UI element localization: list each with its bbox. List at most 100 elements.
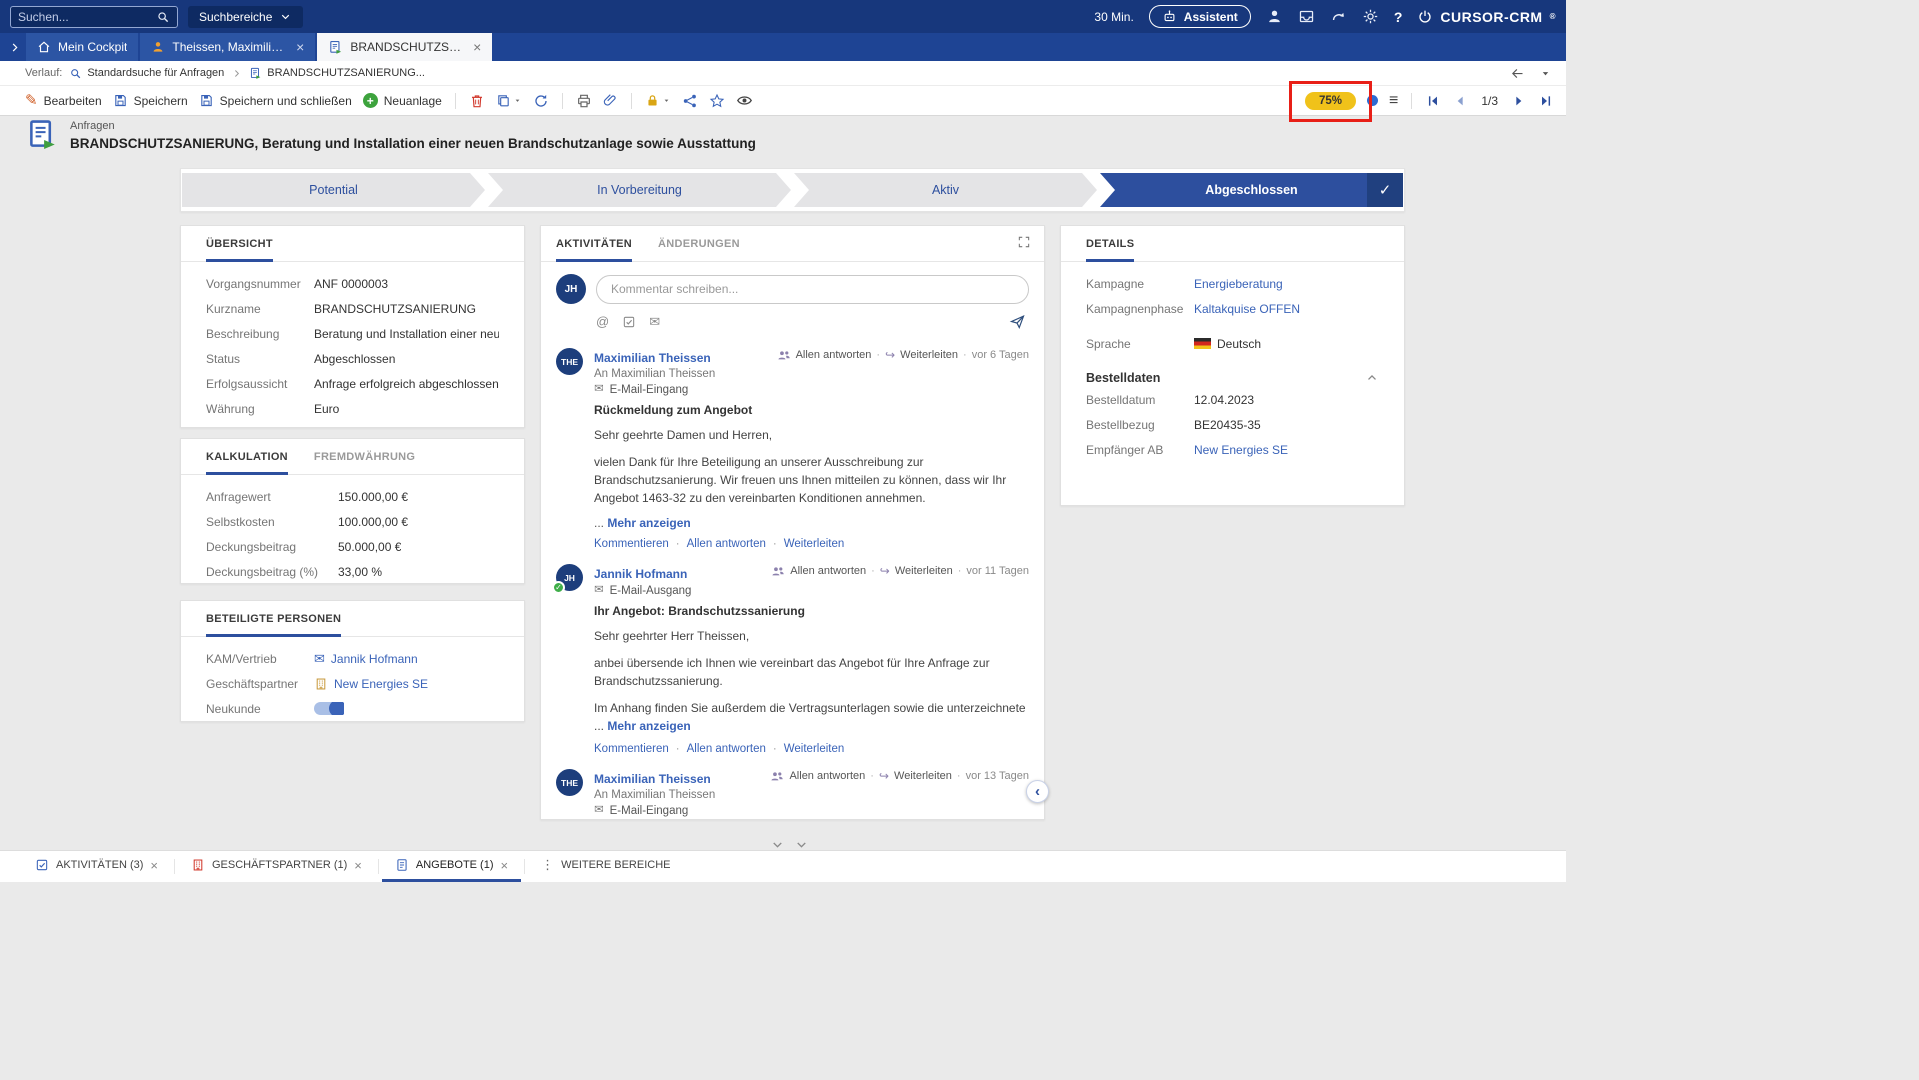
author-link[interactable]: Maximilian Theissen [594,772,711,786]
close-icon[interactable]: × [354,858,362,873]
assistant-button[interactable]: Assistent [1149,5,1251,28]
save-close-button[interactable]: Speichern und schließen [199,93,352,108]
forward-action[interactable]: Weiterleiten [895,565,953,577]
anfrage-record-icon [25,117,59,153]
forward-action[interactable]: Weiterleiten [784,538,845,550]
phase-aktiv[interactable]: Aktiv [794,173,1097,207]
body-text: vielen Dank für Ihre Beteiligung an unse… [594,453,1029,507]
bottom-tab-weitere-bereiche[interactable]: ⋮ WEITERE BEREICHE [528,851,683,882]
kampagne-link[interactable]: Energieberatung [1194,277,1283,291]
close-icon[interactable]: × [296,39,304,55]
comment-action[interactable]: Kommentieren [594,743,669,755]
bottom-tab-geschaeftspartner[interactable]: GESCHÄFTSPARTNER (1) × [178,851,375,882]
breadcrumb-controls [1510,66,1552,81]
user-icon[interactable] [1266,8,1283,25]
tab-mein-cockpit[interactable]: Mein Cockpit [26,33,138,61]
send-icon[interactable] [1009,313,1026,330]
save-button[interactable]: Speichern [113,93,188,108]
tab-record-brandschutz[interactable]: BRANDSCHUTZSANI... × [317,33,492,61]
delete-button[interactable] [469,93,485,109]
inbox-icon[interactable] [1298,8,1315,25]
status-dot[interactable] [1367,95,1378,106]
breadcrumb-record-item[interactable]: BRANDSCHUTZSANIERUNG... [249,67,425,80]
tab-beteiligte-personen[interactable]: BETEILIGTE PERSONEN [206,601,341,637]
global-search[interactable] [10,6,178,28]
history-back-icon[interactable] [1510,66,1525,81]
help-button[interactable]: ? [1394,9,1403,25]
bottom-tab-angebote[interactable]: ANGEBOTE (1) × [382,851,521,882]
caret-down-icon[interactable] [1539,67,1552,80]
phase-abgeschlossen[interactable]: Abgeschlossen ✓ [1100,173,1403,207]
phase-bar: Potential In Vorbereitung Aktiv Abgeschl… [182,173,1403,207]
tab-aenderungen[interactable]: ÄNDERUNGEN [658,226,740,262]
author-link[interactable]: Jannik Hofmann [594,567,687,581]
reply-all-action[interactable]: Allen antworten [789,770,865,782]
neukunde-toggle[interactable] [314,702,344,715]
reply-all-action[interactable]: Allen antworten [790,565,866,577]
nav-next-icon[interactable] [1511,93,1527,109]
tabs-scroll-left-icon[interactable] [8,41,21,54]
save-close-icon [199,93,214,108]
mail-icon[interactable]: ✉ [649,315,660,328]
collapse-panel-button[interactable]: ‹ [1026,780,1049,803]
attachment-button[interactable] [603,93,618,108]
mention-icon[interactable]: @ [596,315,609,328]
phase-in-vorbereitung[interactable]: In Vorbereitung [488,173,791,207]
create-button[interactable]: + Neuanlage [363,93,442,108]
tab-aktivitaeten[interactable]: AKTIVITÄTEN [556,226,632,262]
watch-button[interactable] [736,92,753,109]
comment-action[interactable]: Kommentieren [594,538,669,550]
expand-icon[interactable] [1017,235,1031,249]
relations-button[interactable] [682,93,698,109]
chevron-up-icon[interactable] [1365,371,1379,385]
phase-potential[interactable]: Potential [182,173,485,207]
search-icon[interactable] [156,10,170,24]
node-link-icon [682,93,698,109]
author-link[interactable]: Maximilian Theissen [594,351,711,365]
forward-action[interactable]: Weiterleiten [900,349,958,361]
edit-button[interactable]: ✎ Bearbeiten [25,93,102,108]
permissions-button[interactable] [645,93,671,108]
bottom-tab-aktivitaeten[interactable]: AKTIVITÄTEN (3) × [22,851,171,882]
copy-button[interactable] [496,93,522,108]
nav-last-icon[interactable] [1538,93,1554,109]
menu-button[interactable]: ≡ [1389,92,1398,110]
forward-action[interactable]: Weiterleiten [784,743,845,755]
redo-icon[interactable] [1330,8,1347,25]
field-row: Deckungsbeitrag50.000,00 € [181,534,524,559]
show-more-link[interactable]: Mehr anzeigen [607,516,690,530]
more-areas-icon: ⋮ [541,857,554,873]
business-partner-link[interactable]: New Energies SE [334,677,428,691]
task-icon[interactable] [622,315,636,329]
reply-all-action[interactable]: Allen antworten [687,743,766,755]
tab-kalkulation[interactable]: KALKULATION [206,439,288,475]
tab-fremdwaehrung[interactable]: FREMDWÄHRUNG [314,439,415,475]
tab-uebersicht[interactable]: ÜBERSICHT [206,226,273,262]
progress-badge[interactable]: 75% [1305,92,1356,110]
empfaenger-link[interactable]: New Energies SE [1194,443,1288,457]
comment-input[interactable] [596,275,1029,304]
forward-action[interactable]: Weiterleiten [894,770,952,782]
breadcrumb-search-item[interactable]: Standardsuche für Anfragen [69,67,224,80]
refresh-button[interactable] [533,93,549,109]
nav-first-icon[interactable] [1425,93,1441,109]
nav-prev-icon[interactable] [1452,93,1468,109]
close-icon[interactable]: × [473,39,481,55]
reply-all-action[interactable]: Allen antworten [796,349,872,361]
power-icon[interactable] [1417,9,1433,25]
close-icon[interactable]: × [150,858,158,873]
reply-all-action[interactable]: Allen antworten [687,538,766,550]
show-more-link[interactable]: Mehr anzeigen [607,719,690,733]
tab-contact-theissen[interactable]: Theissen, Maximilian... × [140,33,315,61]
calculation-card-tabs: KALKULATION FREMDWÄHRUNG [181,439,524,475]
kam-contact-link[interactable]: Jannik Hofmann [331,652,418,666]
search-input[interactable] [18,10,156,24]
tab-details[interactable]: DETAILS [1086,226,1134,262]
gear-icon[interactable] [1362,8,1379,25]
favorite-button[interactable] [709,93,725,109]
kampagnenphase-link[interactable]: Kaltakquise OFFEN [1194,302,1300,316]
bottom-tab-separator [524,859,525,874]
close-icon[interactable]: × [501,858,509,873]
print-button[interactable] [576,93,592,109]
search-scope-dropdown[interactable]: Suchbereiche [188,6,303,28]
